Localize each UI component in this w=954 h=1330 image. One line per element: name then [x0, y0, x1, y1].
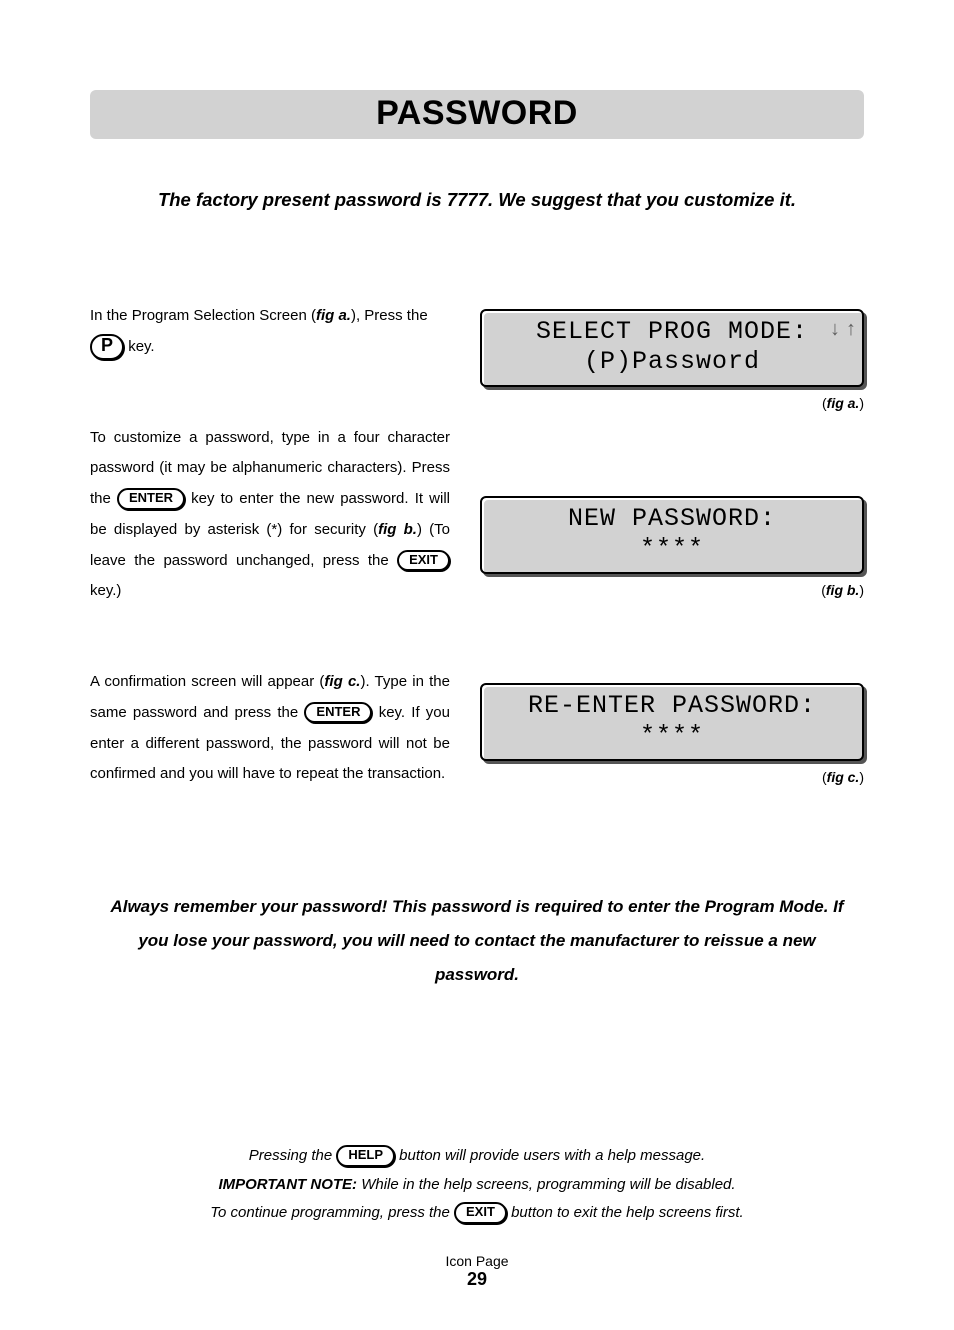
lcd-line-2: ****: [490, 534, 854, 564]
lcd-screen-b: NEW PASSWORD: ****: [480, 496, 864, 574]
fig-label-a: (fig a.): [480, 395, 864, 411]
text: key.: [128, 338, 154, 355]
footer-line-1: Pressing the HELP button will provide us…: [90, 1142, 864, 1171]
fig-ref-b: fig b.: [378, 521, 417, 538]
warning-text: Always remember your password! This pass…: [90, 890, 864, 992]
text: button will provide users with a help me…: [395, 1147, 705, 1164]
lcd-screen-c: RE-ENTER PASSWORD: ****: [480, 683, 864, 761]
fig-ref-a: fig a.: [316, 307, 351, 324]
key-p: P: [90, 334, 124, 360]
text: A confirmation screen will appear (: [90, 673, 324, 690]
content-columns: In the Program Selection Screen (fig a.)…: [90, 301, 864, 790]
text: ), Press the: [351, 307, 428, 324]
lcd-screen-a: ↓↑ SELECT PROG MODE: (P)Password: [480, 309, 864, 387]
footer-line-2: IMPORTANT NOTE: While in the help screen…: [90, 1171, 864, 1200]
screen-a-wrap: ↓↑ SELECT PROG MODE: (P)Password (fig a.…: [480, 309, 864, 411]
text: To continue programming, press the: [210, 1204, 454, 1221]
footer-line-3: To continue programming, press the EXIT …: [90, 1199, 864, 1228]
important-note-label: IMPORTANT NOTE:: [218, 1176, 357, 1193]
footer-notes: Pressing the HELP button will provide us…: [90, 1142, 864, 1228]
page-footer: Icon Page 29: [90, 1253, 864, 1290]
scroll-arrows-icon: ↓↑: [826, 319, 856, 343]
key-exit: EXIT: [454, 1202, 507, 1223]
key-enter: ENTER: [304, 702, 372, 723]
lcd-line-1: RE-ENTER PASSWORD:: [490, 691, 854, 721]
screens-column: ↓↑ SELECT PROG MODE: (P)Password (fig a.…: [480, 301, 864, 790]
key-help: HELP: [336, 1145, 395, 1166]
text: While in the help screens, programming w…: [357, 1176, 736, 1193]
lcd-line-2: (P)Password: [490, 347, 854, 377]
lcd-line-1: SELECT PROG MODE:: [490, 317, 854, 347]
page-number: 29: [90, 1269, 864, 1290]
instructions-column: In the Program Selection Screen (fig a.)…: [90, 301, 450, 790]
lcd-line-2: ****: [490, 721, 854, 751]
fig-label-c: (fig c.): [480, 769, 864, 785]
screen-c-wrap: RE-ENTER PASSWORD: **** (fig c.): [480, 683, 864, 785]
key-enter: ENTER: [117, 488, 185, 509]
title-bar: PASSWORD: [90, 90, 864, 139]
text: key.): [90, 582, 121, 599]
fig-ref-c: fig c.: [324, 673, 360, 690]
intro-text: The factory present password is 7777. We…: [90, 189, 864, 211]
lcd-line-1: NEW PASSWORD:: [490, 504, 854, 534]
step-1: In the Program Selection Screen (fig a.)…: [90, 301, 450, 363]
step-3: A confirmation screen will appear (fig c…: [90, 667, 450, 790]
step-2: To customize a password, type in a four …: [90, 423, 450, 608]
fig-label-b: (fig b.): [480, 582, 864, 598]
text: button to exit the help screens first.: [507, 1204, 744, 1221]
text: Pressing the: [249, 1147, 337, 1164]
key-exit: EXIT: [397, 550, 450, 571]
screen-b-wrap: NEW PASSWORD: **** (fig b.): [480, 496, 864, 598]
page-section-label: Icon Page: [90, 1253, 864, 1269]
page-title: PASSWORD: [90, 94, 864, 133]
text: In the Program Selection Screen (: [90, 307, 316, 324]
